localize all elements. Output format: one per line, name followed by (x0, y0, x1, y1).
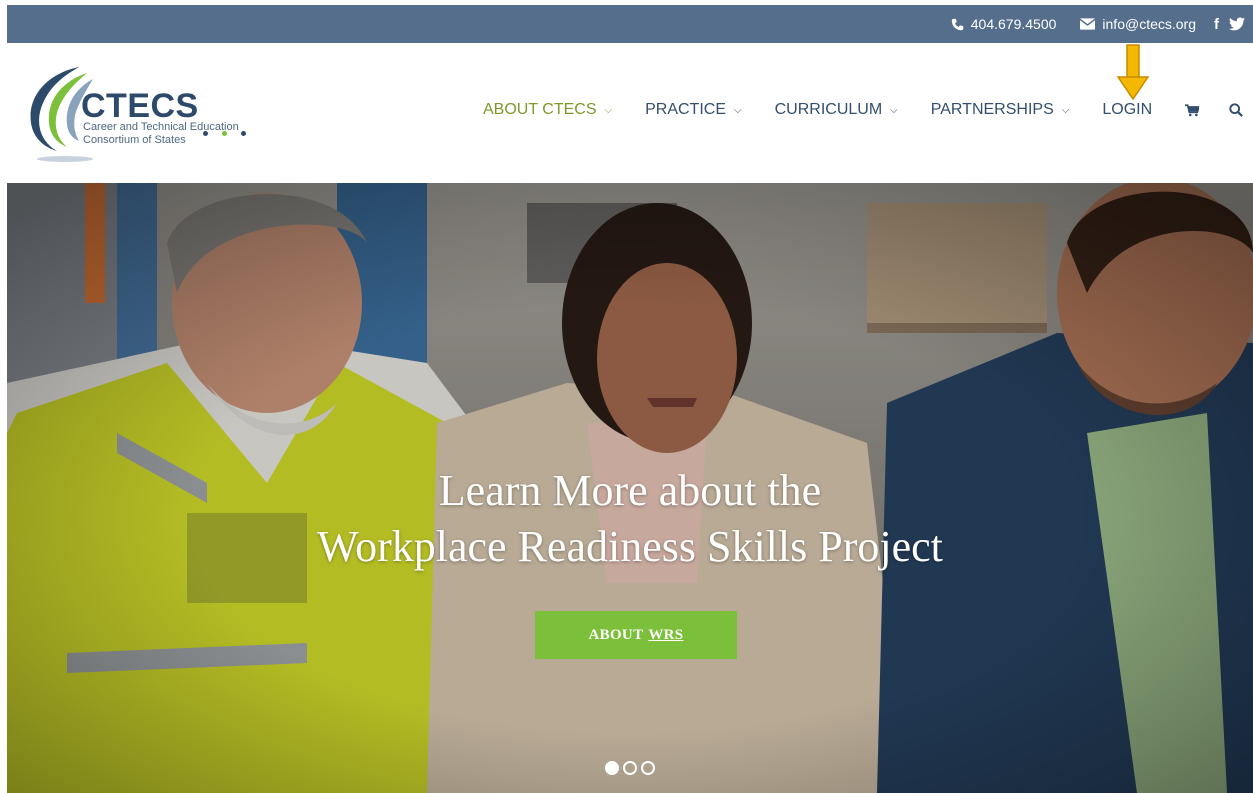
nav-label: CURRICULUM (774, 101, 883, 118)
search-button[interactable] (1229, 103, 1244, 117)
slide-dot-2[interactable] (623, 761, 637, 775)
hero-headline-line2: Workplace Readiness Skills Project (317, 522, 943, 571)
nav-item-curriculum[interactable]: CURRICULUM ⌵ (775, 101, 898, 119)
nav-item-login[interactable]: LOGIN (1102, 101, 1152, 119)
logo-dot (222, 131, 227, 136)
nav-label: ABOUT CTECS (483, 101, 597, 118)
phone-icon (951, 18, 963, 30)
logo-tagline-line2: Consortium of States (83, 134, 186, 146)
hero-headline-line1: Learn More about the (438, 466, 822, 515)
nav-item-partnerships[interactable]: PARTNERSHIPS ⌵ (931, 101, 1070, 119)
hero-slider: Learn More about the Workplace Readiness… (7, 183, 1253, 793)
about-wrs-button[interactable]: ABOUT WRS (535, 611, 737, 659)
social-links: f (1214, 16, 1245, 33)
hero-headline: Learn More about the Workplace Readiness… (7, 463, 1253, 575)
nav-item-practice[interactable]: PRACTICE ⌵ (645, 101, 742, 119)
cart-icon (1185, 103, 1200, 116)
chevron-down-icon: ⌵ (890, 104, 898, 116)
annotation-arrow-icon (1116, 44, 1150, 101)
slider-pagination (605, 761, 655, 775)
nav-item-about-ctecs[interactable]: ABOUT CTECS ⌵ (483, 101, 612, 119)
nav-label: PARTNERSHIPS (930, 101, 1054, 118)
chevron-down-icon: ⌵ (734, 104, 742, 116)
email-contact[interactable]: info@ctecs.org (1080, 16, 1196, 32)
cta-label-acronym: WRS (648, 626, 684, 643)
chevron-down-icon: ⌵ (604, 104, 613, 116)
logo-dot (241, 131, 246, 136)
phone-contact[interactable]: 404.679.4500 (951, 16, 1057, 32)
slide-dot-1[interactable] (605, 761, 619, 775)
top-utility-bar: 404.679.4500 info@ctecs.org f (7, 5, 1253, 43)
ctecs-logo[interactable]: CTECS Career and Technical Education Con… (21, 63, 311, 163)
phone-number: 404.679.4500 (970, 16, 1057, 32)
chevron-down-icon: ⌵ (1061, 104, 1070, 116)
email-address: info@ctecs.org (1102, 16, 1196, 32)
twitter-icon[interactable] (1229, 17, 1245, 31)
facebook-icon[interactable]: f (1214, 16, 1219, 33)
search-icon (1229, 103, 1244, 117)
envelope-icon (1080, 18, 1096, 30)
cart-button[interactable] (1185, 103, 1200, 117)
site-header: CTECS Career and Technical Education Con… (7, 43, 1253, 183)
page: 404.679.4500 info@ctecs.org f CTECS Care… (0, 0, 1253, 793)
nav-label: PRACTICE (645, 101, 726, 118)
logo-dots (203, 131, 246, 136)
slide-dot-3[interactable] (641, 761, 655, 775)
nav-label: LOGIN (1102, 101, 1153, 118)
main-nav: ABOUT CTECS ⌵ PRACTICE ⌵ CURRICULUM ⌵ PA… (483, 101, 1244, 119)
logo-dot (203, 131, 208, 136)
cta-label: ABOUT (588, 626, 644, 643)
